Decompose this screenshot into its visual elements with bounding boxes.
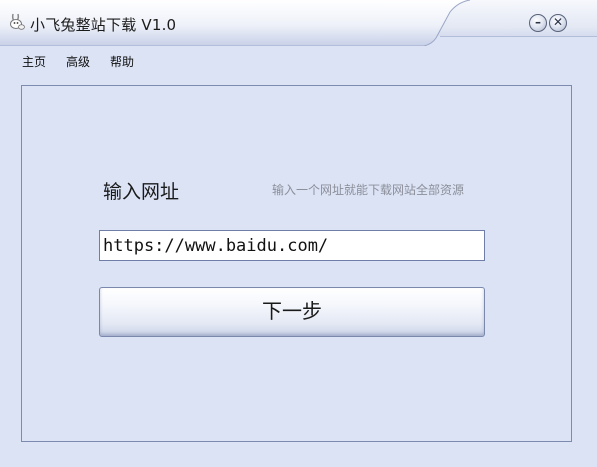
url-input[interactable]	[99, 230, 485, 261]
close-icon: ✕	[552, 15, 564, 29]
menu-item-advanced[interactable]: 高级	[66, 53, 90, 70]
title-bar[interactable]: 小飞兔整站下载 V1.0 – ✕	[0, 0, 597, 46]
app-window: 小飞兔整站下载 V1.0 – ✕ 主页 高级 帮助 输入网址 输入一个网址就能下…	[0, 0, 597, 467]
rabbit-icon	[8, 13, 26, 31]
next-step-button[interactable]: 下一步	[99, 287, 485, 337]
minimize-button[interactable]: –	[529, 14, 547, 32]
main-panel: 输入网址 输入一个网址就能下载网站全部资源 下一步	[21, 85, 572, 442]
minimize-icon: –	[535, 15, 541, 29]
menu-item-help[interactable]: 帮助	[110, 53, 134, 70]
close-button[interactable]: ✕	[549, 14, 567, 32]
url-label: 输入网址	[103, 181, 180, 203]
url-hint: 输入一个网址就能下载网站全部资源	[272, 183, 465, 197]
menu-bar: 主页 高级 帮助	[0, 50, 597, 72]
menu-item-home[interactable]: 主页	[22, 53, 46, 70]
window-title: 小飞兔整站下载 V1.0	[30, 16, 177, 34]
